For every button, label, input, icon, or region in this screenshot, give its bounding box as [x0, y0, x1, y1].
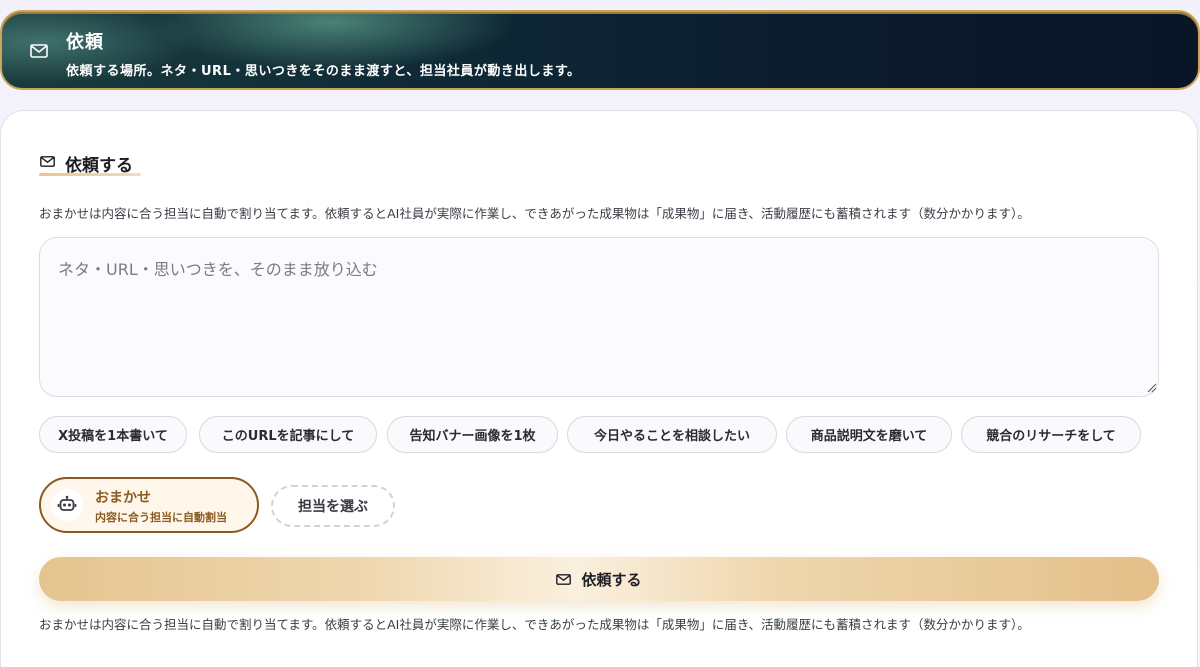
mail-icon [556, 573, 572, 585]
suggestion-chip[interactable]: 告知バナー画像を1枚 [387, 416, 558, 453]
section-description: おまかせは内容に合う担当に自動で割り当てます。依頼するとAI社員が実際に作業し、… [39, 206, 1030, 221]
robot-icon-badge [51, 489, 83, 521]
page-header: 依頼 依頼する場所。ネタ・URL・思いつきをそのまま渡すと、担当社員が動き出しま… [0, 10, 1200, 90]
submit-button-label: 依頼する [581, 570, 642, 589]
auto-assign-option[interactable]: おまかせ 内容に合う担当に自動割当 [39, 477, 259, 533]
suggestion-chip[interactable]: 今日やることを相談したい [567, 416, 777, 453]
auto-assign-subtitle: 内容に合う担当に自動割当 [95, 511, 227, 524]
mail-icon [40, 156, 55, 167]
choose-assignee-button[interactable]: 担当を選ぶ [271, 485, 395, 527]
page-subtitle: 依頼する場所。ネタ・URL・思いつきをそのまま渡すと、担当社員が動き出します。 [66, 64, 581, 79]
mail-icon [30, 44, 48, 58]
suggestion-chip[interactable]: X投稿を1本書いて [39, 416, 187, 453]
suggestion-chip[interactable]: 商品説明文を磨いて [786, 416, 952, 453]
suggestion-chip[interactable]: 競合のリサーチをして [961, 416, 1141, 453]
section-title-underline [39, 173, 141, 176]
submit-request-button[interactable]: 依頼する [39, 557, 1159, 601]
page-title: 依頼 [66, 32, 104, 53]
request-card: 依頼する おまかせは内容に合う担当に自動で割り当てます。依頼するとAI社員が実際… [0, 110, 1198, 667]
resize-handle-icon[interactable] [1147, 383, 1157, 393]
request-input[interactable] [39, 237, 1159, 397]
auto-assign-title: おまかせ [95, 490, 151, 506]
footer-note: おまかせは内容に合う担当に自動で割り当てます。依頼するとAI社員が実際に作業し、… [39, 617, 1030, 632]
suggestion-chip[interactable]: このURLを記事にして [199, 416, 377, 453]
robot-icon [57, 495, 77, 511]
